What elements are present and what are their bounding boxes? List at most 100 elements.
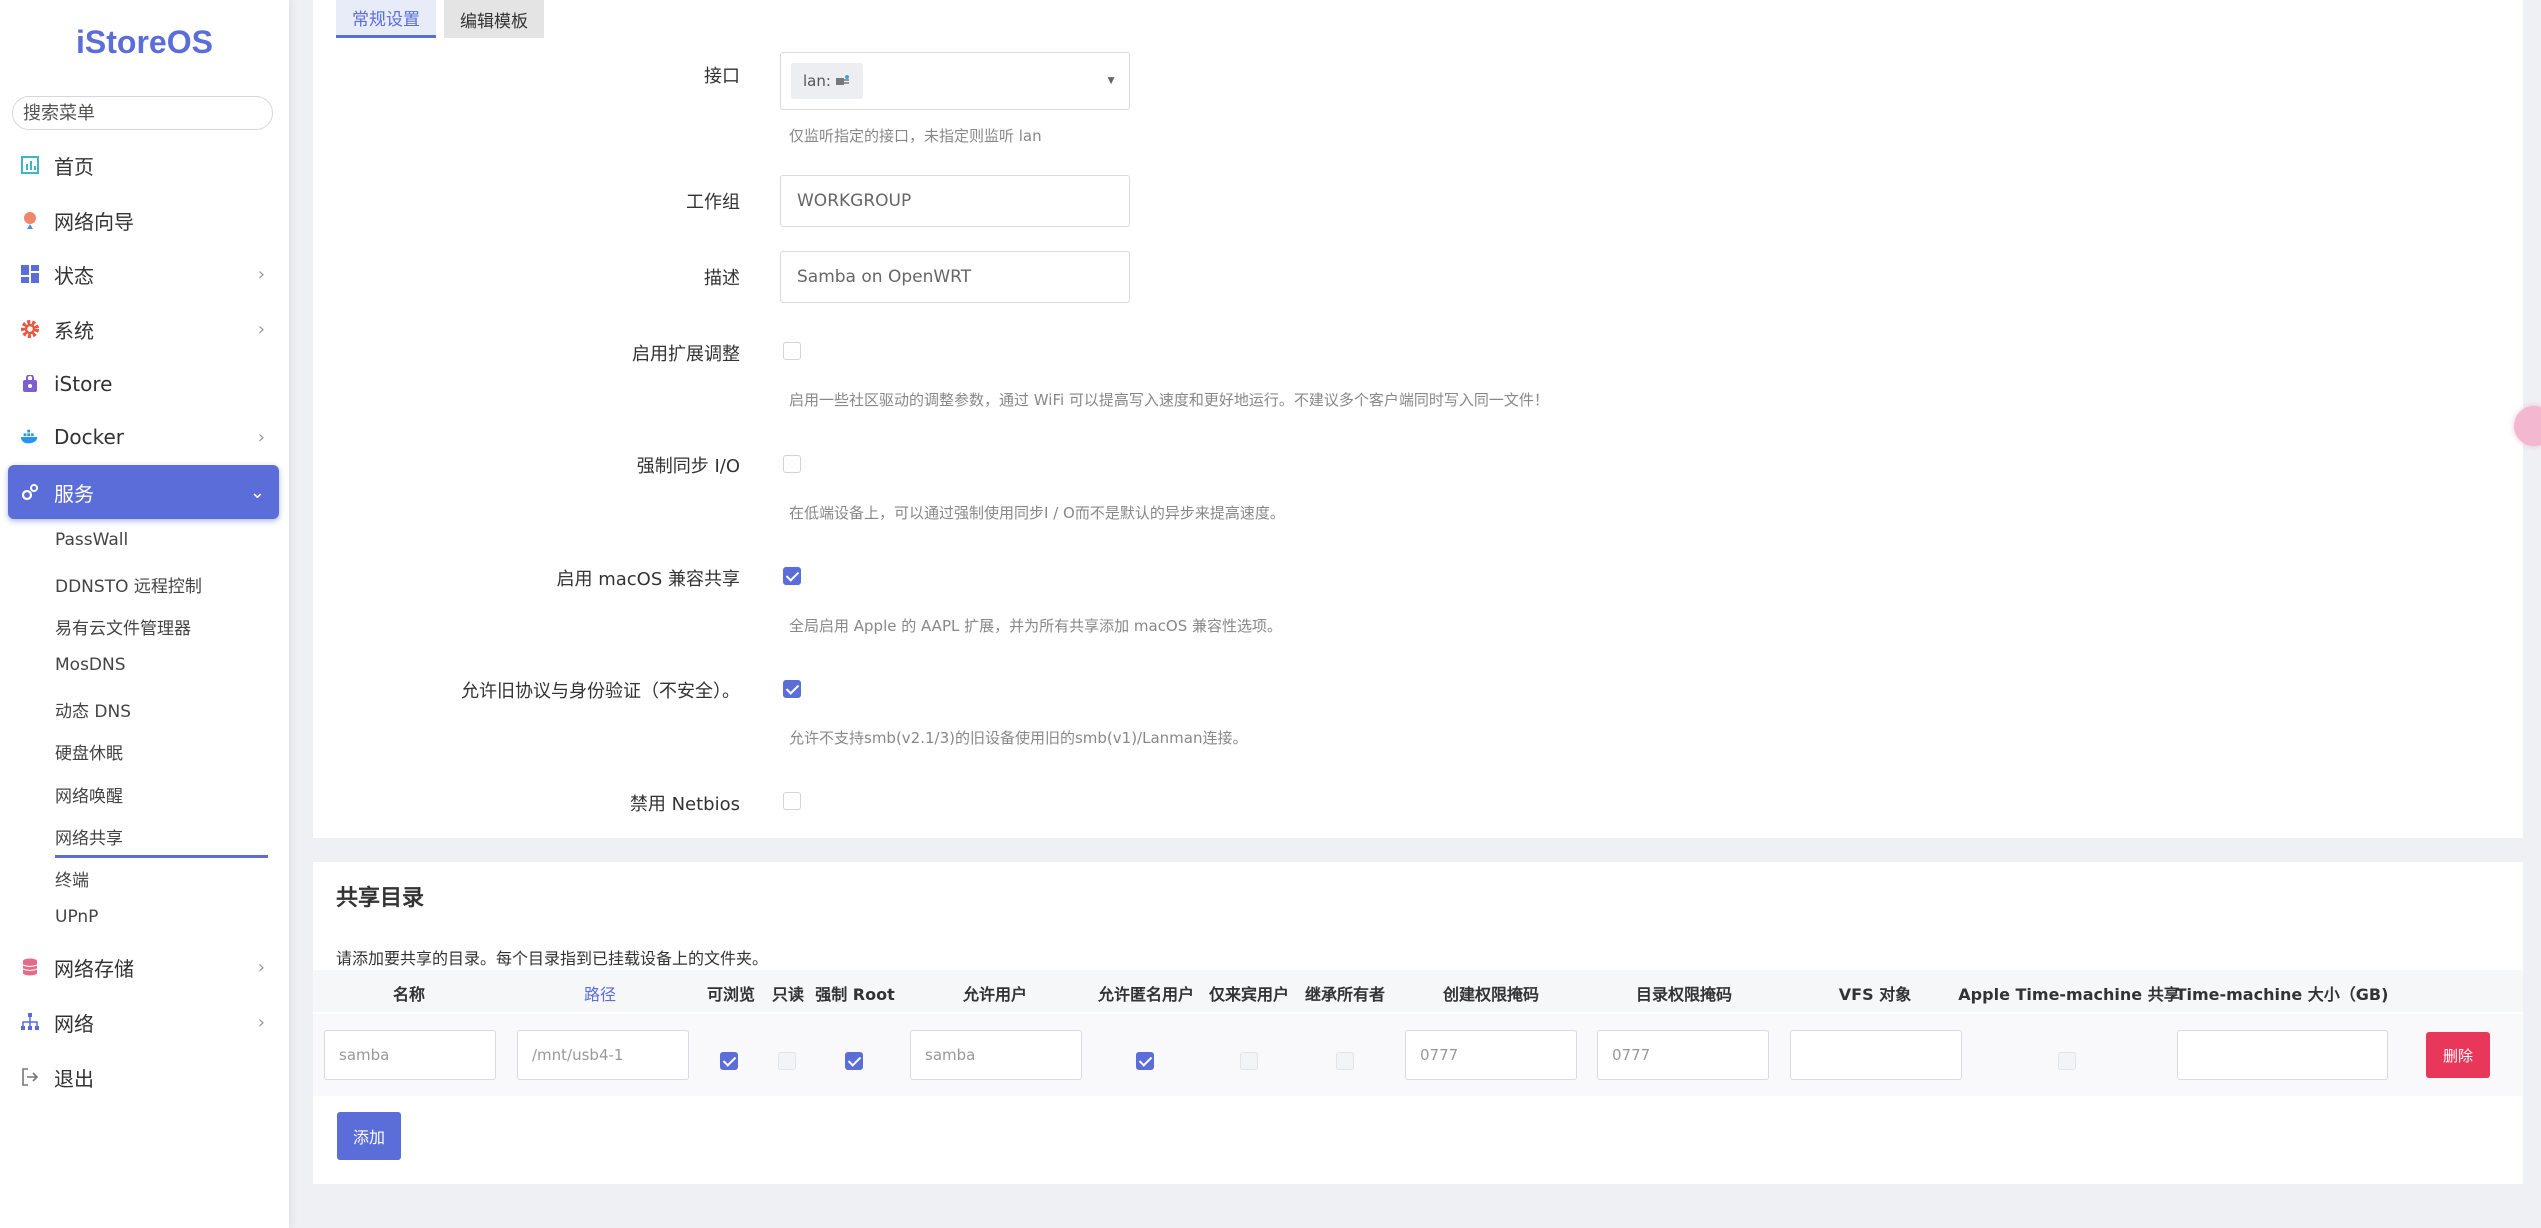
chevron-right-icon: ›: [257, 1011, 265, 1033]
nav-item-network[interactable]: 网络 ›: [8, 995, 279, 1049]
col-read-only: 只读: [771, 985, 805, 1004]
interface-help: 仅监听指定的接口，未指定则监听 lan: [789, 127, 1042, 145]
sub-item-hd-idle[interactable]: 硬盘休眠: [55, 739, 123, 764]
services-icon: [20, 482, 40, 502]
guest-only-checkbox[interactable]: [1240, 1052, 1258, 1070]
nav-item-logout[interactable]: 退出: [8, 1050, 279, 1104]
share-name-input[interactable]: [324, 1030, 496, 1080]
legacy-auth-label: 允许旧协议与身份验证（不安全）。: [461, 681, 740, 702]
sub-item-wol[interactable]: 网络唤醒: [55, 782, 123, 807]
nav-item-system[interactable]: 系统 ›: [8, 302, 279, 356]
delete-button[interactable]: 删除: [2426, 1032, 2490, 1078]
status-icon: [20, 264, 40, 284]
add-share-button[interactable]: 添加: [337, 1112, 401, 1160]
macos-compat-checkbox[interactable]: [783, 567, 801, 585]
nav-label: 系统: [54, 318, 94, 343]
chevron-right-icon: ›: [257, 263, 265, 285]
read-only-checkbox[interactable]: [778, 1052, 796, 1070]
sub-item-upnp[interactable]: UPnP: [55, 907, 98, 927]
macos-compat-help: 全局启用 Apple 的 AAPL 扩展，并为所有共享添加 macOS 兼容性选…: [789, 617, 1283, 635]
dir-mask-input[interactable]: [1597, 1030, 1769, 1080]
col-guest-only: 仅来宾用户: [1208, 985, 1290, 1004]
force-sync-io-label: 强制同步 I/O: [636, 456, 740, 477]
nav-item-docker[interactable]: Docker ›: [8, 410, 279, 464]
sub-item-passwall[interactable]: PassWall: [55, 530, 128, 550]
sub-item-network-share[interactable]: 网络共享: [55, 824, 268, 858]
extended-tuning-help: 启用一些社区驱动的调整参数，通过 WiFi 可以提高写入速度和更好地运行。不建议…: [789, 391, 1549, 409]
col-name: 名称: [392, 985, 426, 1004]
col-vfs-objects: VFS 对象: [1838, 985, 1912, 1004]
interface-select[interactable]: lan: ▼: [780, 52, 1130, 110]
timemachine-checkbox[interactable]: [2058, 1052, 2076, 1070]
disable-netbios-checkbox[interactable]: [783, 792, 801, 810]
tab-edit-template[interactable]: 编辑模板: [444, 0, 544, 38]
browsable-checkbox[interactable]: [720, 1052, 738, 1070]
tm-size-input[interactable]: [2177, 1030, 2388, 1080]
legacy-auth-checkbox[interactable]: [783, 680, 801, 698]
create-mask-input[interactable]: [1405, 1030, 1577, 1080]
nav-item-nas[interactable]: 网络存储 ›: [8, 940, 279, 994]
nav-label: 状态: [54, 263, 94, 288]
force-root-checkbox[interactable]: [845, 1052, 863, 1070]
nav-item-services[interactable]: 服务 ⌄: [8, 465, 279, 519]
wizard-icon: [20, 210, 40, 230]
nav-label: Docker: [54, 425, 125, 449]
network-plug-icon: [835, 74, 851, 88]
store-bag-icon: [20, 374, 40, 394]
col-force-root: 强制 Root: [815, 985, 895, 1004]
interface-chip: lan:: [791, 63, 863, 99]
logo: iStoreOS: [76, 24, 213, 60]
nav-label: 退出: [54, 1066, 94, 1091]
logout-icon: [20, 1067, 40, 1087]
chevron-right-icon: ›: [257, 426, 265, 448]
disable-netbios-label: 禁用 Netbios: [629, 794, 740, 815]
macos-compat-label: 启用 macOS 兼容共享: [556, 569, 741, 590]
tab-general-settings[interactable]: 常规设置: [336, 0, 436, 38]
nav-item-wizard[interactable]: 网络向导: [8, 193, 279, 247]
nav-item-status[interactable]: 状态 ›: [8, 247, 279, 301]
col-browsable: 可浏览: [706, 985, 756, 1004]
sub-item-mosdns[interactable]: MosDNS: [55, 655, 126, 675]
description-label: 描述: [704, 268, 740, 289]
sub-item-ddns[interactable]: 动态 DNS: [55, 697, 131, 722]
nav-label: 服务: [54, 481, 94, 506]
force-sync-io-checkbox[interactable]: [783, 455, 801, 473]
allowed-users-input[interactable]: [910, 1030, 1082, 1080]
col-create-mask: 创建权限掩码: [1442, 985, 1540, 1004]
nav-item-home[interactable]: 首页: [8, 138, 279, 192]
database-icon: [20, 957, 40, 977]
shares-title: 共享目录: [336, 886, 425, 911]
share-path-input[interactable]: [517, 1030, 689, 1080]
chevron-right-icon: ›: [257, 956, 265, 978]
col-dir-mask: 目录权限掩码: [1635, 985, 1733, 1004]
dashboard-icon: [20, 155, 40, 175]
gear-icon: [20, 319, 40, 339]
inherit-owner-checkbox[interactable]: [1336, 1052, 1354, 1070]
nav-label: 网络向导: [54, 209, 134, 234]
col-allowed-users: 允许用户: [962, 985, 1028, 1004]
chevron-down-icon: ⌄: [249, 481, 265, 503]
force-sync-io-help: 在低端设备上，可以通过强制使用同步I / O而不是默认的异步来提高速度。: [789, 504, 1285, 522]
col-tm-size: Time-machine 大小（GB): [2175, 985, 2389, 1004]
workgroup-input[interactable]: [780, 175, 1130, 227]
vfs-objects-input[interactable]: [1790, 1030, 1962, 1080]
nav-item-istore[interactable]: iStore: [8, 357, 279, 411]
sub-item-linkease[interactable]: 易有云文件管理器: [55, 614, 191, 639]
workgroup-label: 工作组: [686, 192, 740, 213]
guest-ok-checkbox[interactable]: [1136, 1052, 1154, 1070]
col-path[interactable]: 路径: [584, 981, 616, 1005]
sub-item-ddnsto[interactable]: DDNSTO 远程控制: [55, 572, 202, 597]
nav-label: 网络存储: [54, 956, 134, 981]
col-guest-ok: 允许匿名用户: [1097, 985, 1195, 1004]
col-timemachine: Apple Time-machine 共享: [1958, 985, 2180, 1004]
interface-chip-label: lan:: [803, 72, 831, 90]
nav-label: 首页: [54, 154, 94, 179]
col-inherit-owner: 继承所有者: [1304, 985, 1386, 1004]
search-menu-input[interactable]: [12, 96, 273, 130]
nav-label: iStore: [54, 372, 113, 396]
sub-item-terminal[interactable]: 终端: [55, 866, 89, 891]
dropdown-caret-icon: ▼: [1105, 73, 1117, 87]
interface-label: 接口: [704, 66, 740, 87]
extended-tuning-checkbox[interactable]: [783, 342, 801, 360]
description-input[interactable]: [780, 251, 1130, 303]
